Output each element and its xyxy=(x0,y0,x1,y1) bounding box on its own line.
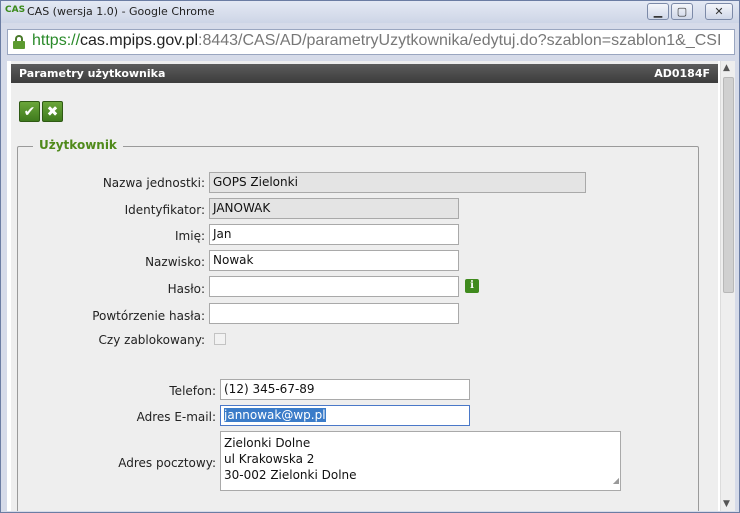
resize-grip-icon[interactable]: ◢ xyxy=(613,473,619,489)
minimize-button[interactable]: ▁ xyxy=(647,3,669,20)
postal-address-field[interactable]: Zielonki Dolne ul Krakowska 2 30-002 Zie… xyxy=(220,431,621,491)
form-code: AD0184F xyxy=(654,67,710,80)
scroll-up-icon[interactable]: ▲ xyxy=(723,63,730,73)
password-repeat-label: Powtórzenie hasła: xyxy=(92,309,205,323)
first-name-label: Imię: xyxy=(175,229,205,243)
password-repeat-field[interactable] xyxy=(209,303,459,324)
blocked-checkbox[interactable] xyxy=(214,333,226,345)
page-viewport: Parametry użytkownika AD0184F ✔ ✖ Użytko… xyxy=(7,61,735,511)
browser-window: CAS CAS (wersja 1.0) - Google Chrome ▁ ▢… xyxy=(0,0,740,513)
address-line-2: ul Krakowska 2 xyxy=(224,452,315,466)
cancel-button[interactable]: ✖ xyxy=(42,101,63,122)
user-section-legend: Użytkownik xyxy=(33,138,123,152)
email-value: jannowak@wp.pl xyxy=(224,408,326,422)
unit-field: GOPS Zielonki xyxy=(209,172,586,193)
identifier-label: Identyfikator: xyxy=(124,203,205,217)
url-path: :8443/CAS/AD/parametryUzytkownika/edytuj… xyxy=(198,32,722,49)
phone-field[interactable]: (12) 345-67-89 xyxy=(220,379,470,400)
maximize-button[interactable]: ▢ xyxy=(671,3,693,20)
app-logo: CAS xyxy=(5,5,26,15)
close-window-button[interactable]: ✕ xyxy=(705,3,733,20)
url-text[interactable]: https://cas.mpips.gov.pl:8443/CAS/AD/par… xyxy=(32,32,721,50)
address-line-1: Zielonki Dolne xyxy=(224,436,311,450)
window-title: CAS (wersja 1.0) - Google Chrome xyxy=(27,5,215,18)
phone-label: Telefon: xyxy=(169,384,216,398)
address-bar[interactable]: https://cas.mpips.gov.pl:8443/CAS/AD/par… xyxy=(7,29,735,55)
info-icon[interactable]: i xyxy=(465,279,479,293)
url-scheme: https:// xyxy=(32,32,81,49)
last-name-label: Nazwisko: xyxy=(145,255,205,269)
page-content: Parametry użytkownika AD0184F ✔ ✖ Użytko… xyxy=(11,61,718,511)
email-label: Adres E-mail: xyxy=(136,410,216,424)
lock-icon xyxy=(13,35,25,49)
identifier-field: JANOWAK xyxy=(209,198,459,219)
save-button[interactable]: ✔ xyxy=(19,101,40,122)
scroll-thumb[interactable] xyxy=(723,77,734,293)
password-label: Hasło: xyxy=(167,282,205,296)
page-title: Parametry użytkownika xyxy=(19,67,166,80)
email-field[interactable]: jannowak@wp.pl xyxy=(220,405,470,426)
postal-address-label: Adres pocztowy: xyxy=(118,456,216,470)
unit-label: Nazwa jednostki: xyxy=(102,176,205,190)
address-line-3: 30-002 Zielonki Dolne xyxy=(224,468,357,482)
url-host: cas.mpips.gov.pl xyxy=(80,32,199,49)
password-field[interactable] xyxy=(209,276,459,297)
page-header: Parametry użytkownika AD0184F xyxy=(11,64,718,83)
vertical-scrollbar[interactable]: ▲ ▼ xyxy=(720,61,735,511)
last-name-field[interactable]: Nowak xyxy=(209,250,459,271)
title-bar: CAS CAS (wersja 1.0) - Google Chrome ▁ ▢… xyxy=(1,1,739,23)
blocked-label: Czy zablokowany: xyxy=(98,333,205,347)
scroll-down-icon[interactable]: ▼ xyxy=(723,499,730,509)
first-name-field[interactable]: Jan xyxy=(209,224,459,245)
